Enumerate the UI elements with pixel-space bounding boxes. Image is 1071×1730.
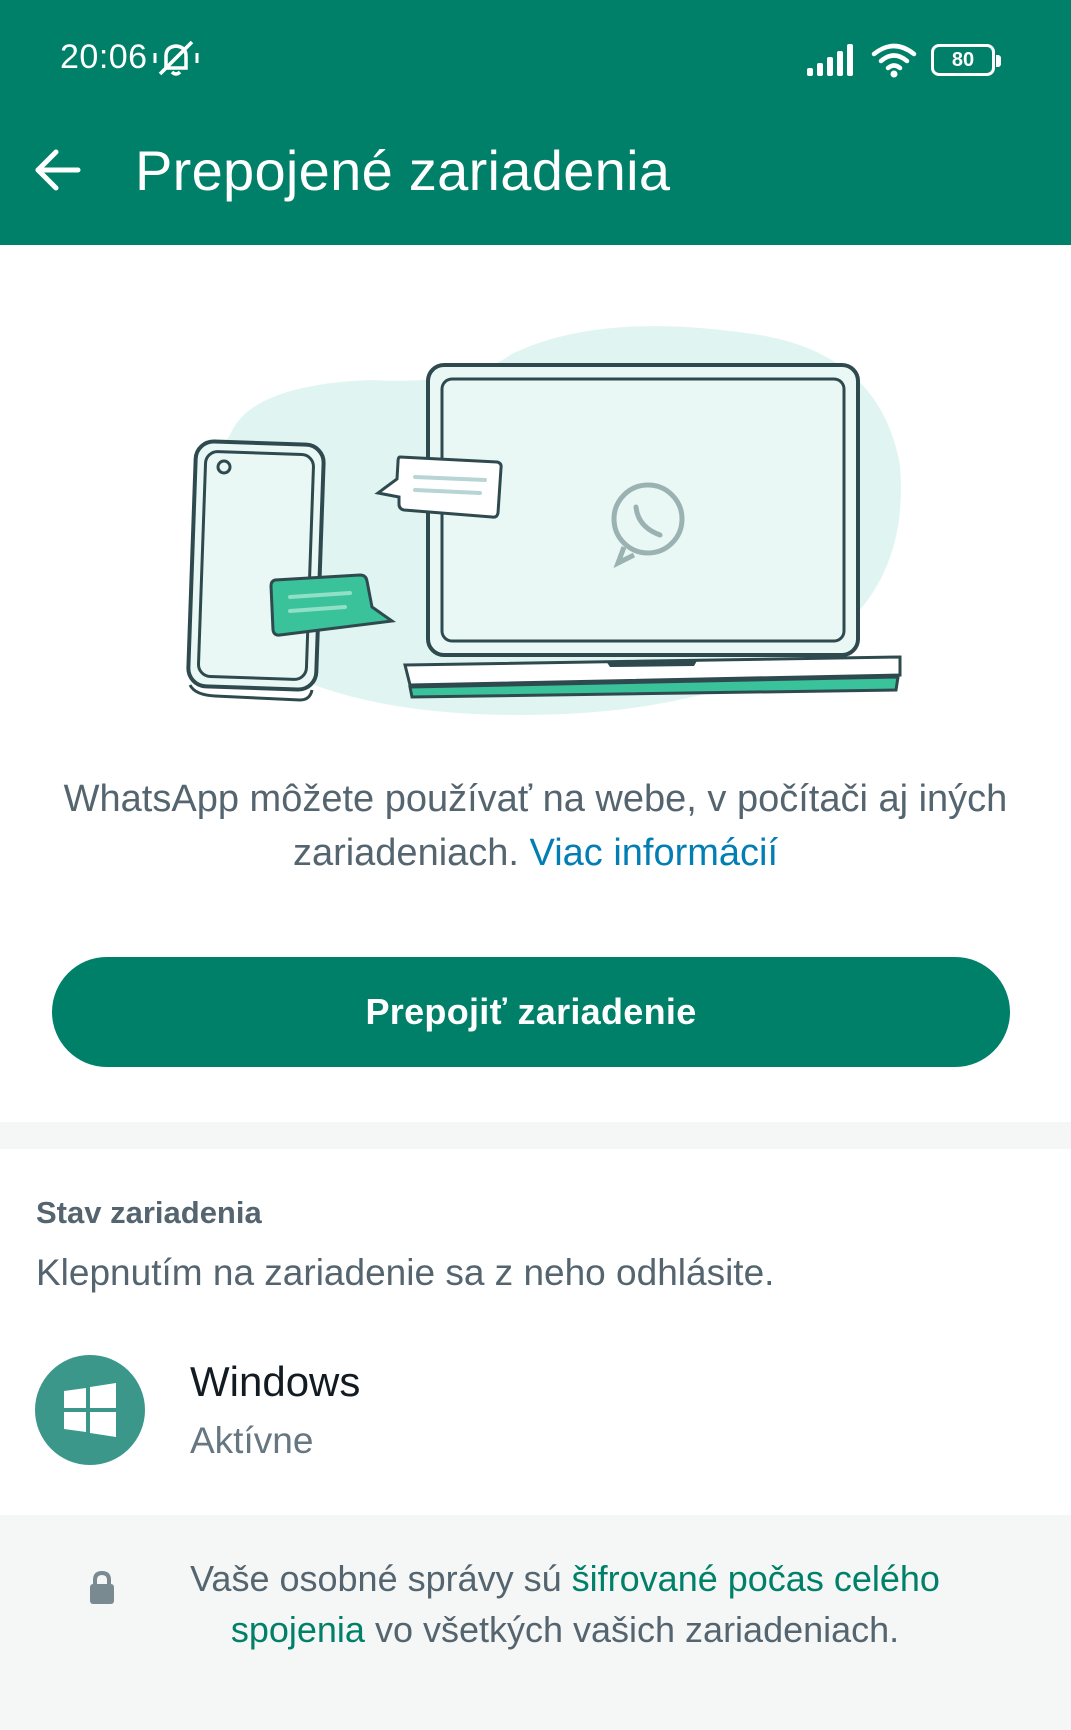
battery-icon: 80 (931, 44, 1001, 76)
muted-bell-icon (153, 40, 199, 76)
device-status-header: Stav zariadenia (36, 1195, 262, 1230)
device-avatar (35, 1355, 145, 1465)
lock-icon (90, 1570, 114, 1604)
status-time: 20:06 (60, 38, 148, 76)
encryption-text: Vaše osobné správy sú šifrované počas ce… (150, 1553, 980, 1655)
device-name: Windows (190, 1358, 361, 1405)
wifi-icon (871, 43, 917, 78)
windows-icon (64, 1383, 116, 1437)
encryption-text-before: Vaše osobné správy sú (190, 1558, 562, 1599)
intro-description: WhatsApp môžete používať na webe, v počí… (60, 772, 1011, 880)
encryption-footer: Vaše osobné správy sú šifrované počas ce… (0, 1515, 1071, 1730)
learn-more-link[interactable]: Viac informácií (530, 832, 779, 874)
page-title: Prepojené zariadenia (135, 139, 671, 202)
encryption-text-after: vo všetkých vašich zariadeniach. (374, 1609, 900, 1650)
battery-level: 80 (951, 48, 975, 71)
arrow-left-icon (35, 149, 81, 191)
device-status: Aktívne (190, 1420, 314, 1461)
status-icons: 80 (807, 40, 1001, 80)
app-bar: Prepojené zariadenia (0, 120, 1071, 245)
status-bar: 20:06 80 (0, 0, 1071, 120)
signal-icon (807, 44, 853, 76)
device-row-windows[interactable]: Windows Aktívne (0, 1340, 1071, 1480)
devices-illustration-icon (186, 326, 902, 715)
link-device-button[interactable]: Prepojiť zariadenie (52, 957, 1010, 1067)
back-button[interactable] (28, 140, 88, 200)
section-divider (0, 1122, 1071, 1149)
device-status-hint: Klepnutím na zariadenie sa z neho odhlás… (36, 1252, 775, 1293)
linked-devices-illustration (0, 245, 1071, 745)
